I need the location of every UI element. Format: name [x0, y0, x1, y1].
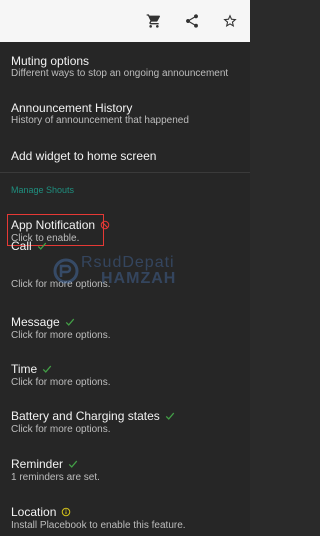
add-widget-title: Add widget to home screen	[11, 149, 157, 163]
cart-icon[interactable]	[144, 11, 164, 31]
location-item[interactable]: Location Install Placebook to enable thi…	[0, 502, 250, 534]
check-icon	[37, 242, 46, 250]
reminder-title: Reminder	[11, 457, 64, 471]
star-outline-icon[interactable]	[220, 11, 240, 31]
time-subtitle: Click for more options.	[11, 377, 111, 388]
message-item[interactable]: Message Click for more options.	[0, 312, 250, 346]
section-divider	[0, 172, 250, 173]
time-title-line: Time	[11, 362, 52, 376]
time-title: Time	[11, 362, 38, 376]
announcement-history-title: Announcement History	[11, 101, 133, 115]
check-icon	[43, 365, 52, 373]
announcement-history-item[interactable]: Announcement History History of announce…	[0, 97, 250, 131]
muting-options-title: Muting options	[11, 54, 90, 68]
call-subtitle: Click for more options.	[11, 279, 111, 290]
info-icon	[62, 507, 71, 517]
share-icon[interactable]	[182, 11, 202, 31]
battery-title-line: Battery and Charging states	[11, 409, 175, 423]
manage-shouts-header: Manage Shouts	[11, 185, 75, 195]
message-title-line: Message	[11, 315, 75, 329]
time-item[interactable]: Time Click for more options.	[0, 359, 250, 393]
location-title: Location	[11, 505, 57, 519]
call-item[interactable]: Call Click for more options.	[0, 236, 250, 290]
call-title-line: Call	[11, 239, 47, 253]
call-title: Call	[11, 239, 32, 253]
muting-options-subtitle: Different ways to stop an ongoing announ…	[11, 68, 229, 79]
top-app-bar	[0, 0, 250, 42]
muting-options-item[interactable]: Muting options Different ways to stop an…	[0, 50, 250, 84]
add-widget-item[interactable]: Add widget to home screen	[0, 145, 250, 169]
check-icon	[165, 412, 174, 420]
message-title: Message	[11, 315, 60, 329]
location-title-line: Location	[11, 505, 71, 519]
check-icon	[68, 460, 78, 468]
check-icon	[65, 318, 74, 326]
reminder-title-line: Reminder	[11, 457, 78, 471]
location-subtitle: Install Placebook to enable this feature…	[11, 520, 186, 531]
message-subtitle: Click for more options.	[11, 330, 111, 341]
battery-charging-item[interactable]: Battery and Charging states Click for mo…	[0, 406, 250, 440]
reminder-item[interactable]: Reminder 1 reminders are set.	[0, 454, 250, 488]
reminder-subtitle: 1 reminders are set.	[11, 472, 100, 483]
battery-title: Battery and Charging states	[11, 409, 160, 423]
battery-subtitle: Click for more options.	[11, 424, 111, 435]
announcement-history-subtitle: History of announcement that happened	[11, 115, 189, 126]
